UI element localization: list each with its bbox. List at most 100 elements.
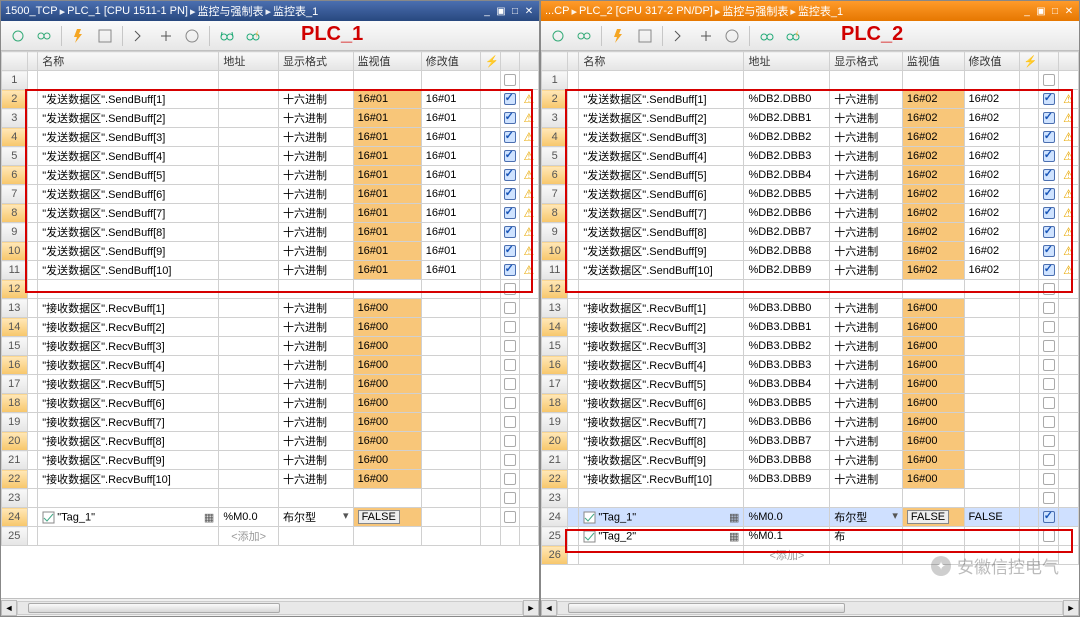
th-mod[interactable]: 修改值 <box>964 52 1019 71</box>
cell-addr[interactable]: %M0.0 <box>219 508 279 527</box>
cell-name[interactable]: "发送数据区".SendBuff[2] <box>38 109 219 128</box>
cell-addr[interactable] <box>219 489 279 508</box>
cell-monitor[interactable]: 16#00 <box>902 337 964 356</box>
cell-monitor[interactable]: 16#02 <box>902 128 964 147</box>
cell-monitor[interactable]: 16#01 <box>353 109 421 128</box>
cell-monitor[interactable] <box>902 527 964 546</box>
cell-format[interactable]: 十六进制 <box>830 413 903 432</box>
cell-modify[interactable]: 16#02 <box>964 223 1019 242</box>
th-rownum[interactable] <box>2 52 28 71</box>
cell-check[interactable] <box>1039 432 1059 451</box>
maximize-icon[interactable]: □ <box>1049 5 1061 17</box>
cell-format[interactable]: 十六进制 <box>830 375 903 394</box>
cell-modify[interactable] <box>421 337 481 356</box>
cell-check[interactable] <box>1039 242 1059 261</box>
row-number[interactable]: 26 <box>542 546 568 565</box>
table-row[interactable]: 19"接收数据区".RecvBuff[7]十六进制16#00 <box>2 413 539 432</box>
cell-addr[interactable]: %M0.1 <box>744 527 830 546</box>
row-number[interactable]: 16 <box>542 356 568 375</box>
th-mon[interactable]: 监视值 <box>353 52 421 71</box>
cell-check[interactable] <box>1039 166 1059 185</box>
cell-name[interactable] <box>38 71 219 90</box>
cell-format[interactable]: 十六进制 <box>830 356 903 375</box>
cell-check[interactable] <box>500 527 519 546</box>
table-row[interactable]: 19"接收数据区".RecvBuff[7]%DB3.DBB6十六进制16#00 <box>542 413 1079 432</box>
checkbox[interactable] <box>504 473 516 485</box>
cell-monitor[interactable]: 16#01 <box>353 223 421 242</box>
cell-check[interactable] <box>500 109 519 128</box>
cell-format[interactable]: 十六进制 <box>278 223 353 242</box>
cell-format[interactable]: 十六进制 <box>278 413 353 432</box>
cell-format[interactable]: 布尔型▾ <box>830 508 903 527</box>
cell-name[interactable]: "发送数据区".SendBuff[10] <box>579 261 744 280</box>
tool-btn-1[interactable] <box>7 25 29 47</box>
row-number[interactable]: 2 <box>542 90 568 109</box>
cell-format[interactable] <box>830 71 903 90</box>
cell-monitor[interactable] <box>902 489 964 508</box>
scroll-thumb[interactable] <box>568 603 845 613</box>
table-row[interactable]: 24"Tag_1"▦%M0.0布尔型▾FALSE <box>2 508 539 527</box>
cell-monitor[interactable]: 16#00 <box>902 299 964 318</box>
close-icon[interactable]: ✕ <box>1063 5 1075 17</box>
cell-check[interactable] <box>500 299 519 318</box>
cell-modify[interactable] <box>421 527 481 546</box>
cell-monitor[interactable]: 16#02 <box>902 147 964 166</box>
cell-format[interactable]: 十六进制 <box>830 147 903 166</box>
cell-monitor[interactable]: 16#00 <box>353 375 421 394</box>
cell-name[interactable] <box>38 527 219 546</box>
cell-check[interactable] <box>1039 147 1059 166</box>
table-row[interactable]: 23 <box>542 489 1079 508</box>
row-number[interactable]: 5 <box>542 147 568 166</box>
table-row[interactable]: 25"Tag_2"▦%M0.1布 <box>542 527 1079 546</box>
cell-modify[interactable] <box>964 413 1019 432</box>
cell-addr[interactable] <box>219 451 279 470</box>
cell-monitor[interactable]: 16#00 <box>902 451 964 470</box>
cell-monitor[interactable]: 16#00 <box>902 470 964 489</box>
cell-modify[interactable] <box>421 470 481 489</box>
row-number[interactable]: 22 <box>2 470 28 489</box>
close-icon[interactable]: ✕ <box>523 5 535 17</box>
checkbox[interactable] <box>1043 93 1055 105</box>
checkbox[interactable] <box>1043 340 1055 352</box>
cell-monitor[interactable]: 16#01 <box>353 204 421 223</box>
cell-addr[interactable]: %DB3.DBB3 <box>744 356 830 375</box>
cell-format[interactable] <box>830 280 903 299</box>
cell-check[interactable] <box>1039 71 1059 90</box>
cell-addr[interactable] <box>219 394 279 413</box>
row-number[interactable]: 9 <box>2 223 28 242</box>
cell-check[interactable] <box>1039 508 1059 527</box>
th-name[interactable]: 名称 <box>579 52 744 71</box>
scroll-right-arrow[interactable]: ► <box>523 600 539 616</box>
glasses-flash-icon[interactable] <box>242 25 264 47</box>
cell-modify[interactable] <box>421 413 481 432</box>
cell-addr[interactable] <box>219 128 279 147</box>
row-number[interactable]: 14 <box>542 318 568 337</box>
cell-monitor[interactable]: 16#00 <box>353 394 421 413</box>
cell-format[interactable]: 十六进制 <box>830 90 903 109</box>
cell-modify[interactable] <box>964 451 1019 470</box>
cell-modify[interactable]: 16#02 <box>964 166 1019 185</box>
th-warn[interactable] <box>519 52 538 71</box>
cell-modify[interactable]: 16#01 <box>421 166 481 185</box>
table-row[interactable]: 9"发送数据区".SendBuff[8]%DB2.DBB7十六进制16#0216… <box>542 223 1079 242</box>
cell-modify[interactable]: 16#02 <box>964 204 1019 223</box>
table-row[interactable]: 22"接收数据区".RecvBuff[10]十六进制16#00 <box>2 470 539 489</box>
maximize-icon[interactable]: □ <box>509 5 521 17</box>
cell-name[interactable]: "接收数据区".RecvBuff[3] <box>579 337 744 356</box>
cell-monitor[interactable]: 16#00 <box>353 451 421 470</box>
cell-monitor[interactable] <box>353 280 421 299</box>
cell-format[interactable]: 布尔型▾ <box>278 508 353 527</box>
cell-addr[interactable] <box>219 356 279 375</box>
table-row[interactable]: 21"接收数据区".RecvBuff[9]%DB3.DBB8十六进制16#00 <box>542 451 1079 470</box>
cell-name[interactable]: "接收数据区".RecvBuff[1] <box>579 299 744 318</box>
table-row[interactable]: 25<添加> <box>2 527 539 546</box>
cell-addr[interactable] <box>219 109 279 128</box>
cell-modify[interactable] <box>421 489 481 508</box>
cell-check[interactable] <box>500 489 519 508</box>
cell-name[interactable]: "接收数据区".RecvBuff[4] <box>579 356 744 375</box>
checkbox[interactable] <box>1043 283 1055 295</box>
bc-item[interactable]: 监控表_1 <box>273 3 318 19</box>
cell-addr[interactable]: %DB2.DBB8 <box>744 242 830 261</box>
cell-format[interactable]: 十六进制 <box>278 261 353 280</box>
cell-addr[interactable]: %DB3.DBB2 <box>744 337 830 356</box>
